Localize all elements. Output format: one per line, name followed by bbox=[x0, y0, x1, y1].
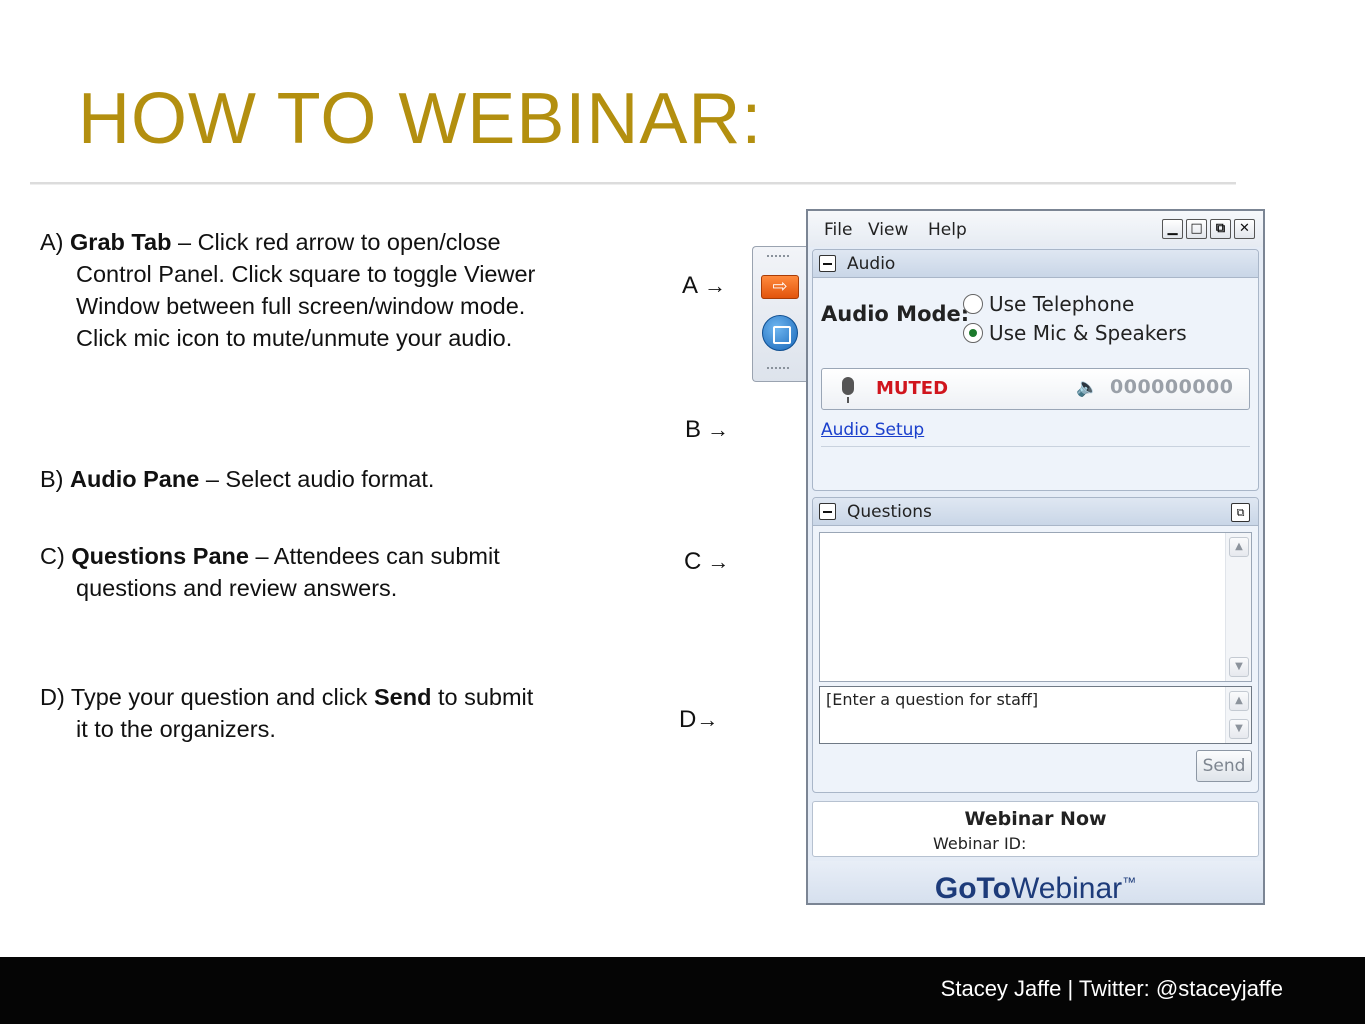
mic-icon[interactable] bbox=[842, 377, 854, 403]
footer-credit: Stacey Jaffe | Twitter: @staceyjaffe bbox=[940, 976, 1283, 1001]
scroll-down-icon[interactable]: ▼ bbox=[1229, 657, 1249, 677]
step-term: Grab Tab bbox=[70, 229, 172, 255]
step-term: Send bbox=[373, 684, 432, 710]
blue-square-icon[interactable] bbox=[762, 315, 798, 351]
arrow-right-icon: → bbox=[696, 707, 719, 732]
marker-b: B → bbox=[685, 416, 730, 443]
marker-a: A → bbox=[682, 272, 727, 299]
audio-level-meter: 000000000 bbox=[1110, 376, 1234, 398]
marker-d: D→ bbox=[679, 706, 719, 733]
input-scrollbar[interactable]: ▲ ▼ bbox=[1225, 687, 1251, 743]
step-text: – Select audio format. bbox=[199, 466, 435, 492]
arrow-right-icon: → bbox=[707, 417, 730, 442]
slide-title: HOW TO WEBINAR: bbox=[78, 79, 763, 159]
questions-scrollbar[interactable]: ▲ ▼ bbox=[1225, 533, 1251, 681]
title-divider bbox=[30, 182, 1236, 185]
collapse-icon[interactable] bbox=[819, 503, 836, 520]
radio-selected-icon[interactable] bbox=[963, 323, 983, 343]
control-panel: File View Help ▁ □ ⧉ ✕ Audio Audio Mode:… bbox=[806, 209, 1265, 905]
popout-icon[interactable]: ⧉ bbox=[1231, 503, 1250, 522]
menu-bar: File View Help ▁ □ ⧉ ✕ bbox=[808, 211, 1263, 247]
muted-status: MUTED bbox=[876, 378, 949, 399]
scroll-up-icon[interactable]: ▲ bbox=[1229, 537, 1249, 557]
footer-bar: Stacey Jaffe | Twitter: @staceyjaffe bbox=[0, 957, 1365, 1024]
grip-bottom bbox=[767, 367, 789, 371]
webinar-name: Webinar Now bbox=[964, 808, 1107, 830]
option-mic-speakers[interactable]: Use Mic & Speakers bbox=[963, 321, 1187, 345]
marker-c: C → bbox=[684, 548, 730, 575]
minimize-icon[interactable]: ▁ bbox=[1162, 219, 1183, 239]
question-input-placeholder: [Enter a question for staff] bbox=[826, 690, 1039, 709]
orange-arrow-icon[interactable]: ⇨ bbox=[761, 275, 799, 299]
scroll-down-icon[interactable]: ▼ bbox=[1229, 719, 1249, 739]
step-b: B) Audio Pane – Select audio format. bbox=[40, 463, 540, 495]
audio-setup-link[interactable]: Audio Setup bbox=[821, 420, 924, 440]
webinar-info: Webinar Now Webinar ID: bbox=[812, 801, 1259, 857]
radio-icon[interactable] bbox=[963, 294, 983, 314]
grip-top bbox=[767, 255, 789, 259]
step-text-pre: Type your question and click bbox=[70, 684, 374, 710]
audio-pane-title: Audio bbox=[847, 254, 896, 274]
questions-pane-title: Questions bbox=[847, 502, 932, 522]
question-input[interactable]: [Enter a question for staff] ▲ ▼ bbox=[819, 686, 1252, 744]
arrow-right-icon: → bbox=[704, 273, 727, 298]
option-telephone[interactable]: Use Telephone bbox=[963, 292, 1134, 316]
collapse-icon[interactable] bbox=[819, 255, 836, 272]
window-controls: ▁ □ ⧉ ✕ bbox=[1162, 219, 1255, 239]
step-term: Audio Pane bbox=[70, 466, 200, 492]
arrow-right-icon: → bbox=[707, 549, 730, 574]
audio-pane-header: Audio bbox=[813, 250, 1258, 278]
menu-file[interactable]: File bbox=[824, 220, 852, 240]
questions-log[interactable]: ▲ ▼ bbox=[819, 532, 1252, 682]
grab-tab: ⇨ bbox=[752, 246, 806, 382]
close-icon[interactable]: ✕ bbox=[1234, 219, 1255, 239]
step-c: C) Questions Pane – Attendees can submit… bbox=[40, 540, 540, 604]
speaker-icon: 🔈 bbox=[1076, 377, 1099, 398]
step-term: Questions Pane bbox=[71, 543, 249, 569]
audio-divider bbox=[821, 446, 1250, 447]
step-a: A) Grab Tab – Click red arrow to open/cl… bbox=[40, 226, 540, 354]
step-letter: B) bbox=[40, 466, 64, 492]
audio-mode-label: Audio Mode: bbox=[821, 302, 970, 326]
questions-pane: Questions ⧉ ▲ ▼ [Enter a question for st… bbox=[812, 497, 1259, 793]
step-letter: D) bbox=[40, 684, 65, 710]
audio-pane: Audio Audio Mode: Use Telephone Use Mic … bbox=[812, 249, 1259, 491]
menu-view[interactable]: View bbox=[868, 220, 908, 240]
questions-pane-header: Questions ⧉ bbox=[813, 498, 1258, 526]
scroll-up-icon[interactable]: ▲ bbox=[1229, 691, 1249, 711]
audio-status: MUTED 🔈 000000000 bbox=[821, 368, 1250, 410]
step-letter: A) bbox=[40, 229, 64, 255]
webinar-id-label: Webinar ID: bbox=[933, 834, 1027, 853]
gotowebinar-logo: GoToWebinar™ bbox=[808, 861, 1263, 905]
step-letter: C) bbox=[40, 543, 65, 569]
send-button[interactable]: Send bbox=[1196, 750, 1252, 782]
restore-icon[interactable]: ⧉ bbox=[1210, 219, 1231, 239]
step-d: D) Type your question and click Send to … bbox=[40, 681, 540, 745]
menu-help[interactable]: Help bbox=[928, 220, 967, 240]
maximize-icon[interactable]: □ bbox=[1186, 219, 1207, 239]
